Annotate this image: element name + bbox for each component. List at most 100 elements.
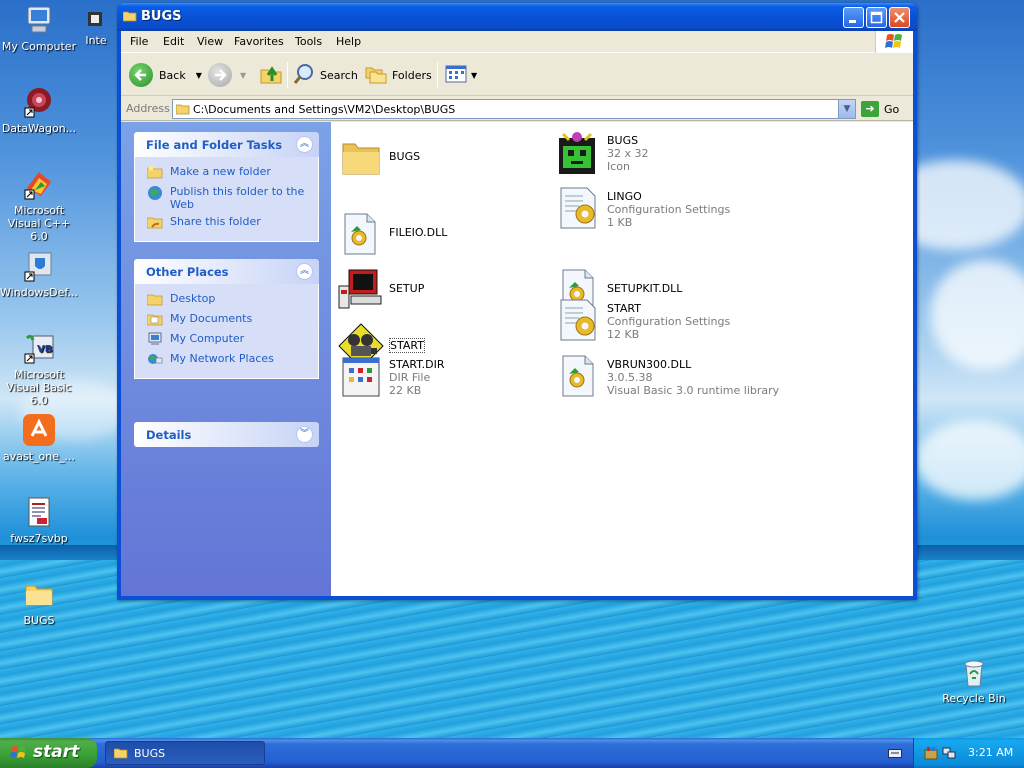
maximize-button[interactable] bbox=[866, 7, 887, 28]
network-icon[interactable] bbox=[942, 746, 956, 763]
file-name: VBRUN300.DLL bbox=[607, 358, 692, 371]
task-make-new-folder[interactable]: Make a new folder bbox=[135, 165, 318, 185]
file-item[interactable]: START.DIR DIR File 22 KB bbox=[337, 350, 537, 402]
folders-label: Folders bbox=[392, 68, 432, 82]
chevron-down-icon[interactable]: ▼ bbox=[240, 71, 246, 80]
file-item[interactable]: FILEIO.DLL bbox=[337, 208, 537, 260]
desktop-icon-visual-basic[interactable]: VB Microsoft Visual Basic 6.0 bbox=[0, 332, 79, 407]
desktop-icon-label: fwsz7svbp bbox=[10, 532, 68, 545]
up-folder-button[interactable] bbox=[259, 60, 283, 90]
other-places-panel: Other Places ︽ Desktop My Documents My C… bbox=[134, 259, 319, 379]
start-label: start bbox=[33, 742, 80, 762]
task-label: Publish this folder to the Web bbox=[170, 185, 305, 211]
system-tray: 3:21 AM bbox=[913, 738, 1024, 768]
back-button[interactable]: Back ▼ bbox=[129, 60, 202, 90]
explorer-window: BUGS File Edit View Favorites Tools Help bbox=[117, 3, 917, 600]
close-icon bbox=[894, 12, 905, 23]
desktop-icon-windowsdefender[interactable]: WindowsDef... bbox=[0, 250, 79, 299]
details-header[interactable]: Details ︾ bbox=[134, 422, 319, 447]
menu-bar: File Edit View Favorites Tools Help bbox=[121, 31, 913, 53]
chevron-down-icon[interactable]: ▼ bbox=[196, 71, 202, 80]
keyboard-icon[interactable] bbox=[888, 747, 902, 762]
file-item[interactable]: START Configuration Settings 12 KB bbox=[555, 294, 795, 346]
desktop-icon-label: Recycle Bin bbox=[942, 692, 1006, 705]
search-button[interactable]: Search bbox=[292, 60, 358, 90]
window-client-area: File Edit View Favorites Tools Help Back… bbox=[121, 31, 913, 596]
desktop-folder-icon bbox=[146, 292, 163, 306]
windowsdefender-icon bbox=[23, 250, 55, 282]
file-description: Visual Basic 3.0 runtime library bbox=[607, 384, 780, 397]
tray-app-icon[interactable] bbox=[924, 746, 938, 763]
panel-title: File and Folder Tasks bbox=[146, 138, 283, 152]
document-icon bbox=[23, 496, 55, 528]
search-icon bbox=[292, 62, 316, 89]
place-my-documents[interactable]: My Documents bbox=[135, 312, 318, 332]
task-publish-web[interactable]: Publish this folder to the Web bbox=[135, 185, 318, 215]
taskbar-item-bugs[interactable]: BUGS bbox=[105, 741, 265, 765]
close-button[interactable] bbox=[889, 7, 910, 28]
collapse-icon[interactable]: ︽ bbox=[296, 263, 313, 280]
file-item[interactable]: VBRUN300.DLL 3.0.5.38 Visual Basic 3.0 r… bbox=[555, 350, 855, 402]
file-item[interactable]: LINGO Configuration Settings 1 KB bbox=[555, 182, 795, 234]
address-dropdown-button[interactable]: ▼ bbox=[838, 100, 855, 118]
minimize-button[interactable] bbox=[843, 7, 864, 28]
desktop-icon-visual-cpp[interactable]: Microsoft Visual C++ 6.0 bbox=[0, 168, 79, 243]
desktop-icon-label: WindowsDef... bbox=[0, 286, 78, 299]
folder-icon bbox=[175, 103, 190, 115]
forward-arrow-icon bbox=[208, 63, 232, 87]
desktop-icon-label: Microsoft Visual Basic 6.0 bbox=[6, 368, 72, 407]
place-my-network-places[interactable]: My Network Places bbox=[135, 352, 318, 372]
desktop-icon-avast[interactable]: avast_one_... bbox=[0, 414, 79, 463]
clock[interactable]: 3:21 AM bbox=[968, 746, 1013, 759]
place-my-computer[interactable]: My Computer bbox=[135, 332, 318, 352]
address-bar: Address C:\Documents and Settings\VM2\De… bbox=[121, 97, 913, 121]
desktop-icon-fwsz7svbp[interactable]: fwsz7svbp bbox=[0, 496, 79, 545]
folder-icon bbox=[122, 10, 137, 22]
forward-button[interactable]: ▼ bbox=[208, 60, 246, 90]
place-desktop[interactable]: Desktop bbox=[135, 292, 318, 312]
menu-file[interactable]: File bbox=[130, 35, 148, 48]
collapse-icon[interactable]: ︽ bbox=[296, 136, 313, 153]
visual-cpp-icon bbox=[23, 168, 55, 200]
folder-icon bbox=[23, 578, 55, 610]
expand-icon[interactable]: ︾ bbox=[296, 426, 313, 443]
toolbar-separator bbox=[437, 62, 438, 88]
address-input[interactable]: C:\Documents and Settings\VM2\Desktop\BU… bbox=[172, 99, 856, 119]
menu-favorites[interactable]: Favorites bbox=[234, 35, 284, 48]
my-documents-icon bbox=[146, 312, 163, 326]
folders-button[interactable]: Folders bbox=[364, 60, 432, 90]
chevron-down-icon[interactable]: ▼ bbox=[471, 71, 477, 80]
place-label: My Computer bbox=[170, 332, 245, 345]
svg-text:VB: VB bbox=[37, 344, 52, 355]
setup-icon bbox=[337, 266, 385, 314]
file-item[interactable]: SETUP bbox=[337, 264, 537, 316]
go-button[interactable]: ➜ Go bbox=[861, 100, 899, 118]
desktop-icon-recycle-bin[interactable]: Recycle Bin bbox=[934, 656, 1014, 705]
other-places-header[interactable]: Other Places ︽ bbox=[134, 259, 319, 284]
desktop-icon-label: BUGS bbox=[23, 614, 55, 627]
task-share-folder[interactable]: Share this folder bbox=[135, 215, 318, 235]
start-button[interactable]: start bbox=[0, 738, 97, 768]
my-computer-icon bbox=[147, 332, 163, 346]
desktop-icon-bugs-folder[interactable]: BUGS bbox=[0, 578, 79, 627]
file-name: BUGS bbox=[607, 134, 639, 147]
taskbar: start BUGS 3:21 AM bbox=[0, 738, 1024, 768]
file-name: START bbox=[607, 302, 641, 315]
menu-edit[interactable]: Edit bbox=[163, 35, 184, 48]
file-dimensions: 32 x 32 bbox=[607, 147, 649, 160]
dll-icon bbox=[555, 352, 603, 400]
title-bar[interactable]: BUGS bbox=[117, 3, 917, 31]
menu-tools[interactable]: Tools bbox=[295, 35, 322, 48]
file-type: DIR File bbox=[389, 371, 431, 384]
menu-view[interactable]: View bbox=[197, 35, 223, 48]
file-folder-tasks-header[interactable]: File and Folder Tasks ︽ bbox=[134, 132, 319, 157]
toolbar-separator bbox=[287, 62, 288, 88]
menu-help[interactable]: Help bbox=[336, 35, 361, 48]
window-title: BUGS bbox=[141, 9, 182, 24]
desktop-icon-label: avast_one_... bbox=[3, 450, 75, 463]
file-item[interactable]: BUGS bbox=[337, 130, 537, 182]
views-button[interactable]: ▼ bbox=[444, 60, 477, 90]
file-item[interactable]: BUGS 32 x 32 Icon bbox=[555, 126, 795, 178]
views-icon bbox=[444, 62, 468, 89]
desktop-icon-datawagon[interactable]: DataWagon... bbox=[0, 86, 79, 135]
